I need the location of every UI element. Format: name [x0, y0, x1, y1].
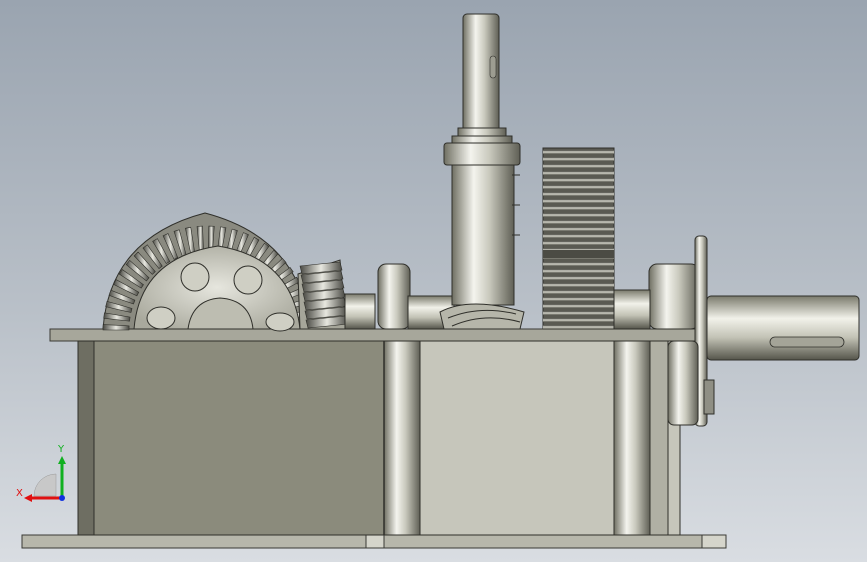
spur-gear-tooth	[543, 262, 614, 266]
spur-gear-tooth	[543, 206, 614, 210]
axis-triad: X Y	[16, 444, 66, 502]
spur-gear-tooth	[543, 290, 614, 294]
spur-gear-tooth	[543, 185, 614, 189]
spur-gear-tooth	[543, 157, 614, 161]
spur-gear-tooth	[543, 318, 614, 322]
z-axis-dot	[59, 495, 65, 501]
vertical-input-shaft[interactable]	[443, 13, 521, 306]
spur-gear-tooth	[543, 269, 614, 273]
spur-gear-tooth	[543, 304, 614, 308]
spur-gear-tooth	[543, 227, 614, 231]
spur-gear-tooth	[543, 213, 614, 217]
spur-gear-tooth	[543, 220, 614, 224]
spur-gear-tooth	[543, 199, 614, 203]
spur-gear-tooth	[543, 178, 614, 182]
spur-gear-tooth	[543, 283, 614, 287]
base-plate[interactable]	[21, 534, 727, 549]
spur-gear-tooth	[543, 276, 614, 280]
worm[interactable]	[439, 303, 525, 330]
output-shaft[interactable]	[706, 295, 860, 361]
spur-gear-tooth	[543, 192, 614, 196]
spur-gear-tooth	[543, 171, 614, 175]
cad-viewport[interactable]: X Y	[0, 0, 867, 562]
y-axis-arrowhead	[58, 456, 66, 464]
triad-plane	[33, 473, 57, 497]
spur-gear-tooth	[543, 311, 614, 315]
bevel-gear[interactable]	[102, 212, 312, 332]
bevel-pinion[interactable]	[297, 259, 376, 330]
spur-gear-tooth	[543, 241, 614, 245]
spur-gear-tooth	[543, 297, 614, 301]
spur-gear-tooth	[543, 150, 614, 154]
gearbox-housing[interactable]	[49, 328, 701, 536]
spur-gear-tooth	[543, 164, 614, 168]
y-axis-label: Y	[57, 444, 65, 455]
spur-gear-tooth	[543, 234, 614, 238]
spur-gear-tooth	[543, 325, 614, 329]
gearbox-model[interactable]	[0, 0, 867, 562]
x-axis-label: X	[16, 488, 23, 499]
spur-gear[interactable]	[542, 147, 615, 330]
x-axis-arrowhead	[24, 494, 32, 502]
